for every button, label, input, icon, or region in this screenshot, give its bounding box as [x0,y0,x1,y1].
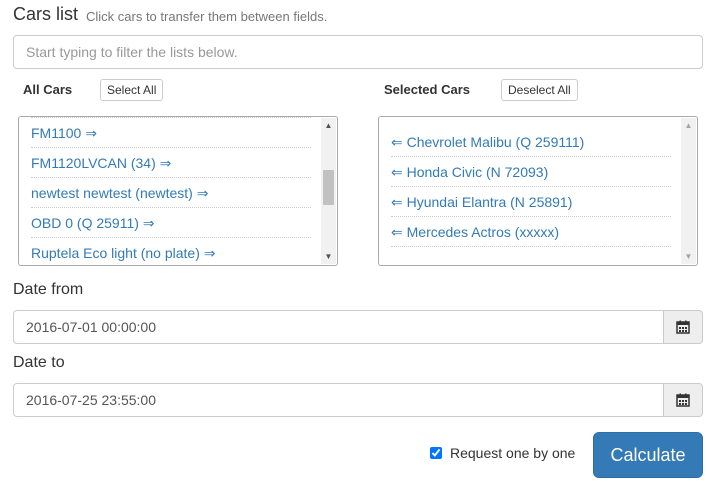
list-item[interactable]: Ruptela Eco light (no plate) ⇒ [31,239,311,265]
list-item[interactable]: ⇐ Honda Civic (N 72093) [391,158,671,187]
date-from-label: Date from [13,281,84,298]
request-one-by-one-checkbox[interactable] [430,447,442,459]
page-subtitle: Click cars to transfer them between fiel… [86,9,328,24]
selected-cars-heading: Selected Cars [384,82,470,97]
calculate-button[interactable]: Calculate [593,432,703,478]
date-to-label: Date to [13,354,65,371]
list-item[interactable]: ⇐ Chevrolet Malibu (Q 259111) [391,128,671,157]
scrollbar-thumb[interactable] [323,170,334,205]
selected-cars-items: ⇐ Chevrolet Malibu (Q 259111) ⇐ Honda Ci… [391,127,671,247]
select-all-button[interactable]: Select All [100,79,164,101]
date-from-input[interactable] [13,310,664,344]
page-title: Cars list [13,4,79,24]
calendar-icon [676,320,690,334]
selected-cars-scrollbar[interactable]: ▲ ▼ [681,118,696,264]
scroll-down-arrow-icon[interactable]: ▼ [681,249,696,264]
scroll-up-arrow-icon[interactable]: ▲ [321,118,336,133]
request-one-by-one[interactable]: Request one by one [430,445,575,461]
all-cars-heading: All Cars [23,82,73,97]
list-item[interactable]: ⇐ Hyundai Elantra (N 25891) [391,188,671,217]
list-item[interactable]: FM1120LVCAN (34) ⇒ [31,149,311,178]
all-cars-list[interactable]: FM1100 ⇒ FM1120LVCAN (34) ⇒ newtest newt… [18,116,338,266]
filter-input[interactable] [13,35,703,69]
date-to-input[interactable] [13,383,664,417]
scroll-down-arrow-icon[interactable]: ▼ [321,249,336,264]
selected-cars-list[interactable]: ⇐ Chevrolet Malibu (Q 259111) ⇐ Honda Ci… [378,116,698,266]
list-item[interactable]: ⇐ Mercedes Actros (xxxxx) [391,218,671,247]
all-cars-scrollbar[interactable]: ▲ ▼ [321,118,336,264]
list-item[interactable]: FM1100 ⇒ [31,119,311,148]
date-to-group [13,383,703,417]
all-cars-items: FM1100 ⇒ FM1120LVCAN (34) ⇒ newtest newt… [31,117,311,265]
request-one-by-one-label: Request one by one [450,445,576,461]
date-from-calendar-button[interactable] [663,310,703,344]
calendar-icon [676,393,690,407]
date-from-group [13,310,703,344]
list-item[interactable]: OBD 0 (Q 25911) ⇒ [31,209,311,238]
list-item[interactable]: newtest newtest (newtest) ⇒ [31,179,311,208]
scroll-up-arrow-icon[interactable]: ▲ [681,118,696,133]
deselect-all-button[interactable]: Deselect All [501,79,578,101]
list-item-partial[interactable] [31,117,311,118]
date-to-calendar-button[interactable] [663,383,703,417]
